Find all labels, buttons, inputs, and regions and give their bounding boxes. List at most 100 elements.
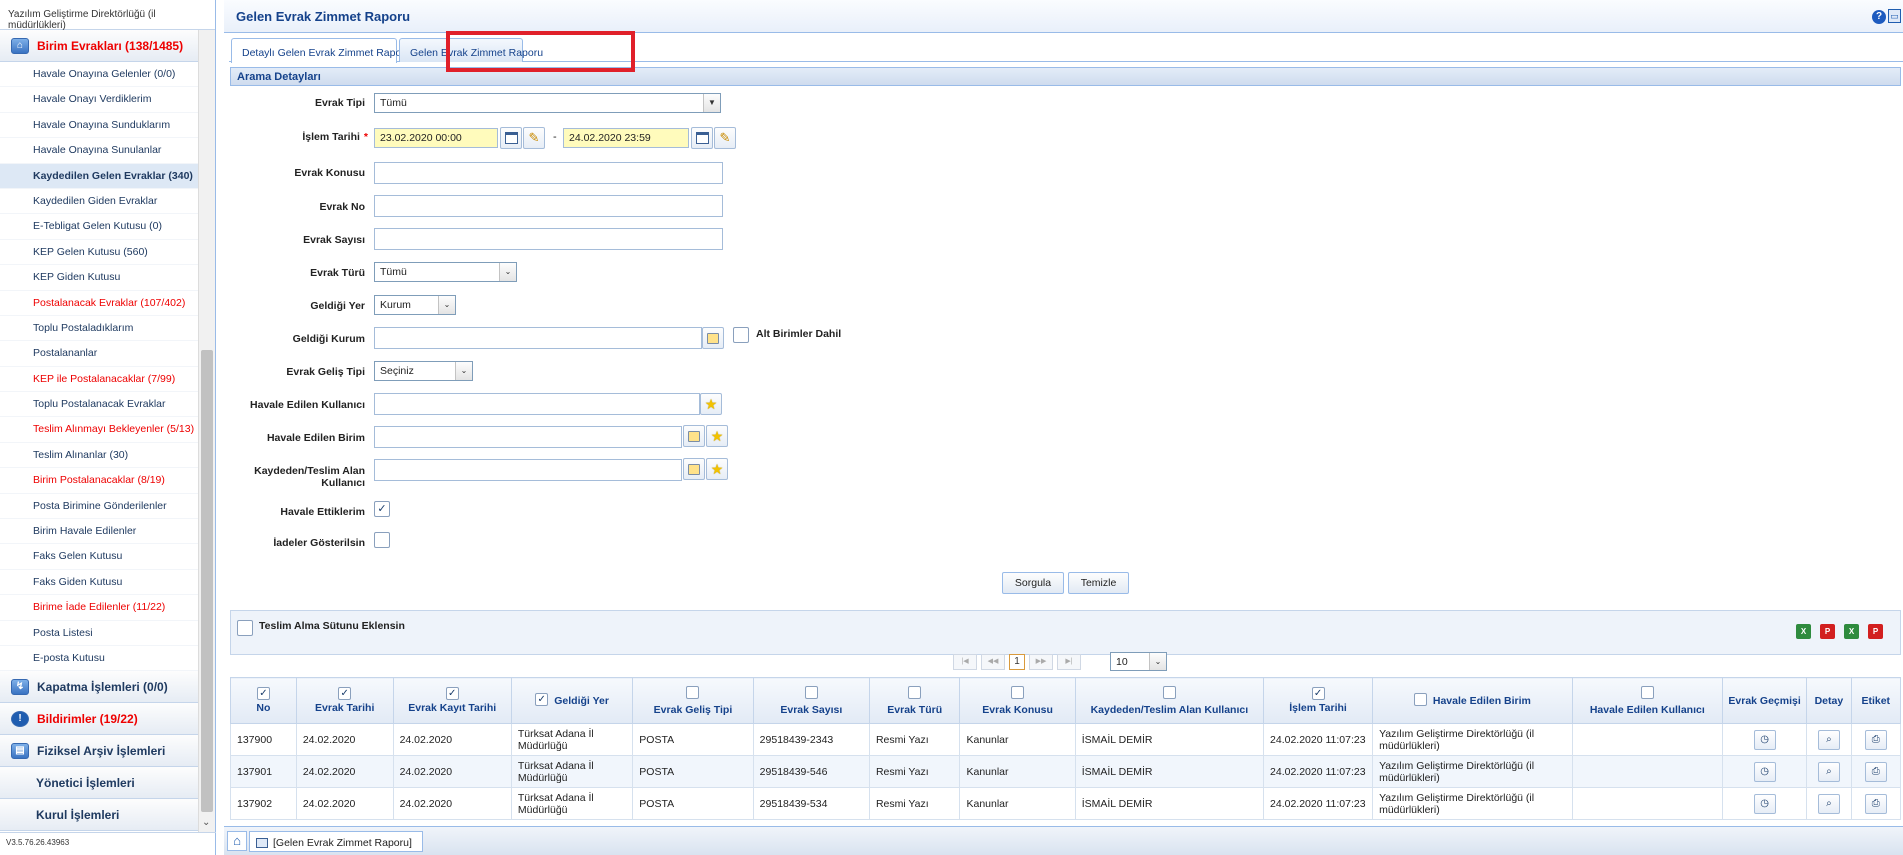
teslim-alma-checkbox[interactable] — [237, 620, 253, 636]
temizle-button[interactable]: Temizle — [1068, 572, 1129, 594]
col-evrak-tarihi[interactable]: ✓ Evrak Tarihi — [295, 677, 394, 724]
geldigi-kurum-input[interactable] — [374, 327, 702, 349]
detail-search-icon[interactable]: ⌕ — [1817, 761, 1840, 782]
clear-from-button[interactable]: ✎ — [523, 127, 545, 149]
evrak-konusu-input[interactable] — [374, 162, 723, 184]
column-checkbox[interactable] — [804, 685, 818, 699]
table-row[interactable]: 137901 24.02.2020 24.02.2020 Türksat Adana … — [230, 755, 1901, 788]
pdf-export-all-icon[interactable]: P — [1868, 624, 1883, 639]
tab-detayli-rapor[interactable]: Detaylı Gelen Evrak Zimmet Raporu — [231, 38, 411, 63]
sidebar-item[interactable]: KEP Gelen Kutusu (560) — [0, 239, 198, 266]
excel-export-icon[interactable]: X — [1796, 624, 1811, 639]
sidebar-item[interactable]: KEP ile Postalanacaklar (7/99) — [0, 366, 198, 393]
col-evrak-sayisi[interactable]: Evrak Sayısı — [752, 677, 870, 724]
history-icon[interactable]: ◷ — [1753, 761, 1776, 782]
column-checkbox[interactable] — [1640, 685, 1654, 699]
date-to-input[interactable]: 24.02.2020 23:59 — [563, 128, 689, 148]
column-checkbox[interactable] — [1162, 685, 1176, 699]
evrak-no-input[interactable] — [374, 195, 723, 217]
kaydeden-tree-button[interactable] — [683, 458, 705, 480]
history-icon[interactable]: ◷ — [1753, 729, 1776, 750]
table-row[interactable]: 137902 24.02.2020 24.02.2020 Türksat Adana … — [230, 787, 1901, 820]
col-no[interactable]: ✓ No — [230, 677, 297, 724]
sidebar-item[interactable]: Postalanacak Evraklar (107/402) — [0, 290, 198, 316]
taskbar-tab[interactable]: [Gelen Evrak Zimmet Raporu] — [249, 831, 423, 852]
sidebar-item[interactable]: Kaydedilen Gelen Evraklar (340) — [0, 163, 198, 189]
kaydeden-input[interactable] — [374, 459, 682, 481]
column-checkbox[interactable] — [908, 685, 922, 699]
geldigi-yer-select[interactable]: Kurum ⌄ — [374, 295, 456, 315]
col-evrak-turu[interactable]: Evrak Türü — [868, 677, 961, 724]
calendar-from-button[interactable] — [500, 127, 522, 149]
sidebar-group-kurul[interactable]: Kurul İşlemleri — [0, 799, 198, 832]
home-icon[interactable]: ⌂ — [227, 831, 247, 851]
clear-to-button[interactable]: ✎ — [714, 127, 736, 149]
sidebar-item[interactable]: Havale Onayına Gelenler (0/0) — [0, 62, 198, 88]
sorgula-button[interactable]: Sorgula — [1002, 572, 1064, 594]
col-evrak-konusu[interactable]: Evrak Konusu — [959, 677, 1076, 724]
column-checkbox[interactable] — [686, 685, 700, 699]
first-page-button[interactable]: |◀ — [953, 654, 977, 670]
sidebar-item[interactable]: Posta Birimine Gönderilenler — [0, 493, 198, 520]
sidebar-item[interactable]: Havale Onayı Verdiklerim — [0, 87, 198, 113]
evrak-turu-select[interactable]: Tümü ⌄ — [374, 262, 517, 282]
sidebar-item[interactable]: Teslim Alınmayı Bekleyenler (5/13) — [0, 417, 198, 443]
detail-search-icon[interactable]: ⌕ — [1817, 793, 1840, 814]
favorite-user-button[interactable]: ★ — [700, 393, 722, 415]
sidebar-group-fiziksel-arsiv[interactable]: ▤ Fiziksel Arşiv İşlemleri — [0, 735, 198, 768]
sidebar-item[interactable]: Kaydedilen Giden Evraklar — [0, 188, 198, 215]
col-havale-birim[interactable]: Havale Edilen Birim — [1372, 677, 1573, 724]
iadeler-checkbox[interactable] — [374, 532, 390, 548]
chevron-down-icon[interactable]: ⌄ — [499, 263, 516, 281]
column-checkbox[interactable] — [1011, 685, 1025, 699]
sidebar-item[interactable]: Posta Listesi — [0, 620, 198, 646]
col-kaydeden[interactable]: Kaydeden/Teslim Alan Kullanıcı — [1074, 677, 1265, 724]
print-label-icon[interactable]: ⎙ — [1864, 729, 1887, 750]
sidebar-item[interactable]: Teslim Alınanlar (30) — [0, 442, 198, 469]
column-checkbox[interactable]: ✓ — [256, 687, 270, 700]
col-gelis-tipi[interactable]: Evrak Geliş Tipi — [632, 677, 754, 724]
sidebar-group-birim-evraklari[interactable]: ⌂ Birim Evrakları (138/1485) — [0, 30, 198, 62]
column-checkbox[interactable]: ✓ — [535, 693, 549, 706]
window-icon[interactable]: ▭ — [1888, 9, 1901, 23]
sidebar-item[interactable]: E-posta Kutusu — [0, 645, 198, 672]
favorite-birim-button[interactable]: ★ — [706, 425, 728, 447]
prev-page-button[interactable]: ◀◀ — [981, 654, 1005, 670]
sidebar-item[interactable]: Birime İade Edilenler (11/22) — [0, 595, 198, 621]
excel-export-all-icon[interactable]: X — [1844, 624, 1859, 639]
havale-birim-input[interactable] — [374, 426, 682, 448]
evrak-tipi-select[interactable]: Tümü ▼ — [374, 93, 721, 113]
chevron-down-icon[interactable]: ⌄ — [455, 362, 472, 380]
table-row[interactable]: 137900 24.02.2020 24.02.2020 Türksat Adana … — [230, 723, 1901, 756]
column-checkbox[interactable] — [1413, 693, 1427, 706]
current-page[interactable]: 1 — [1009, 654, 1025, 670]
favorite-kaydeden-button[interactable]: ★ — [706, 458, 728, 480]
history-icon[interactable]: ◷ — [1753, 793, 1776, 814]
column-checkbox[interactable]: ✓ — [338, 687, 352, 700]
last-page-button[interactable]: ▶| — [1057, 654, 1081, 670]
kurum-tree-button[interactable] — [702, 327, 724, 349]
sidebar-scroll-thumb[interactable] — [201, 350, 213, 812]
next-page-button[interactable]: ▶▶ — [1029, 654, 1053, 670]
print-label-icon[interactable]: ⎙ — [1864, 761, 1887, 782]
chevron-down-icon[interactable]: ▼ — [703, 94, 720, 112]
birim-tree-button[interactable] — [683, 425, 705, 447]
chevron-down-icon[interactable]: ⌄ — [202, 817, 210, 828]
sidebar-group-bildirimler[interactable]: ! Bildirimler (19/22) — [0, 703, 198, 736]
calendar-to-button[interactable] — [691, 127, 713, 149]
col-kayit-tarihi[interactable]: ✓ Evrak Kayıt Tarihi — [392, 677, 512, 724]
print-label-icon[interactable]: ⎙ — [1864, 793, 1887, 814]
detail-search-icon[interactable]: ⌕ — [1817, 729, 1840, 750]
sidebar-item[interactable]: Faks Gelen Kutusu — [0, 544, 198, 570]
sidebar-item[interactable]: KEP Giden Kutusu — [0, 265, 198, 291]
page-size-select[interactable]: 10 ⌄ — [1110, 652, 1167, 671]
date-from-input[interactable]: 23.02.2020 00:00 — [374, 128, 498, 148]
sidebar-group-yonetici[interactable]: Yönetici İşlemleri — [0, 767, 198, 800]
sidebar-item[interactable]: Faks Giden Kutusu — [0, 569, 198, 596]
col-islem-tarihi[interactable]: ✓ İşlem Tarihi — [1263, 677, 1374, 724]
alt-birimler-checkbox[interactable] — [733, 327, 749, 343]
sidebar-item[interactable]: Havale Onayına Sunulanlar — [0, 138, 198, 164]
evrak-sayisi-input[interactable] — [374, 228, 723, 250]
chevron-down-icon[interactable]: ⌄ — [1149, 653, 1166, 670]
help-icon[interactable]: ? — [1872, 10, 1886, 24]
